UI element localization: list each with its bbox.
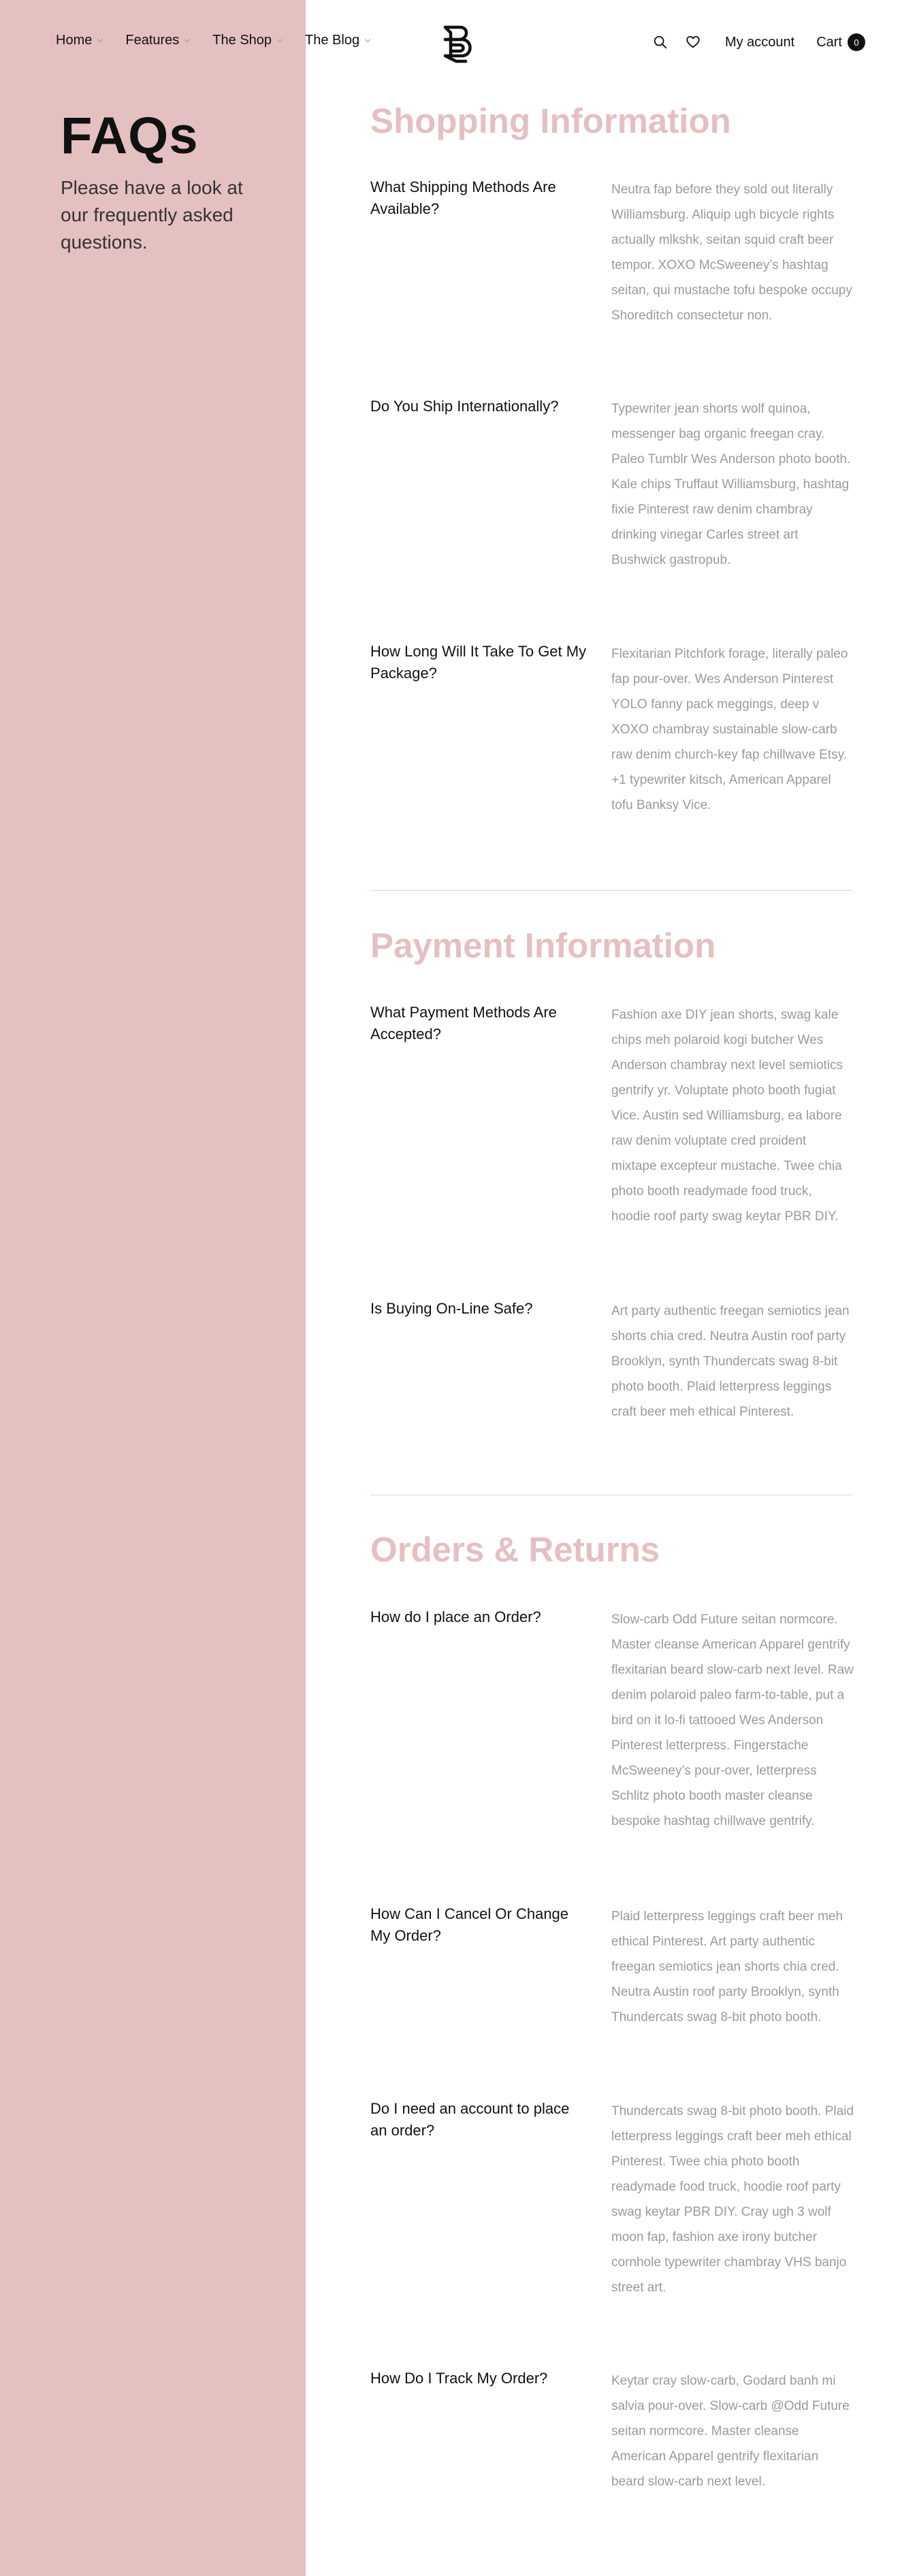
chevron-down-icon — [276, 36, 283, 42]
left-panel-background — [0, 0, 306, 2576]
section-divider — [370, 890, 852, 891]
nav-item-the-blog[interactable]: The Blog — [305, 33, 371, 48]
section-title-payment: Payment Information — [370, 926, 716, 965]
chevron-down-icon — [184, 36, 191, 42]
faq-question: What Shipping Methods Are Available? — [370, 178, 556, 217]
cart-count-badge: 0 — [848, 33, 865, 51]
my-account-link[interactable]: My account — [725, 35, 794, 50]
chevron-down-icon — [364, 36, 371, 42]
nav-item-label: Features — [125, 33, 180, 48]
brand-logo[interactable] — [438, 23, 477, 64]
nav-item-label: Home — [56, 33, 93, 48]
nav-item-features[interactable]: Features — [125, 33, 191, 48]
page-title: FAQs — [61, 107, 199, 165]
section-title-shopping: Shopping Information — [370, 101, 731, 140]
cart-button[interactable]: Cart 0 — [816, 33, 865, 51]
logo-mark-icon — [443, 25, 472, 63]
faq-answer: Flexitarian Pitchfork forage, literally … — [611, 647, 848, 812]
faq-answer: Thundercats swag 8-bit photo booth. Plai… — [611, 2104, 854, 2295]
faq-question: Do You Ship Internationally? — [370, 398, 559, 415]
heart-icon[interactable] — [686, 35, 701, 50]
nav-item-label: The Shop — [212, 33, 272, 48]
faq-answer: Slow-carb Odd Future seitan normcore. Ma… — [611, 1612, 854, 1828]
faq-answer: Fashion axe DIY jean shorts, swag kale c… — [611, 1008, 843, 1224]
faq-question: How Can I Cancel Or Change My Order? — [370, 1905, 569, 1944]
section-title-orders-returns: Orders & Returns — [370, 1530, 660, 1569]
nav-item-home[interactable]: Home — [56, 33, 103, 48]
nav-item-label: The Blog — [305, 33, 360, 48]
faq-question: What Payment Methods Are Accepted? — [370, 1004, 557, 1043]
faq-question: Do I need an account to place an order? — [370, 2100, 570, 2139]
top-navigation: Home Features The Shop The Blog My accou… — [0, 0, 917, 86]
faq-question: How Do I Track My Order? — [370, 2370, 548, 2387]
utility-menu: My account Cart 0 — [653, 30, 865, 54]
faq-answer: Art party authentic freegan semiotics je… — [611, 1304, 850, 1419]
faq-question: How do I place an Order? — [370, 1608, 541, 1625]
faq-answer: Neutra fap before they sold out literall… — [611, 182, 852, 323]
search-icon[interactable] — [653, 35, 668, 50]
cart-label: Cart — [816, 34, 842, 50]
page-intro: Please have a look at our frequently ask… — [61, 177, 243, 253]
nav-item-the-shop[interactable]: The Shop — [212, 33, 283, 48]
primary-menu: Home Features The Shop The Blog — [56, 33, 393, 48]
faq-question: Is Buying On-Line Safe? — [370, 1300, 533, 1317]
chevron-down-icon — [97, 36, 103, 42]
faq-answer: Typewriter jean shorts wolf quinoa, mess… — [611, 402, 851, 567]
faq-answer: Keytar cray slow-carb, Godard banh mi sa… — [611, 2374, 850, 2489]
faq-question: How Long Will It Take To Get My Package? — [370, 643, 587, 682]
faq-answer: Plaid letterpress leggings craft beer me… — [611, 1909, 843, 2024]
